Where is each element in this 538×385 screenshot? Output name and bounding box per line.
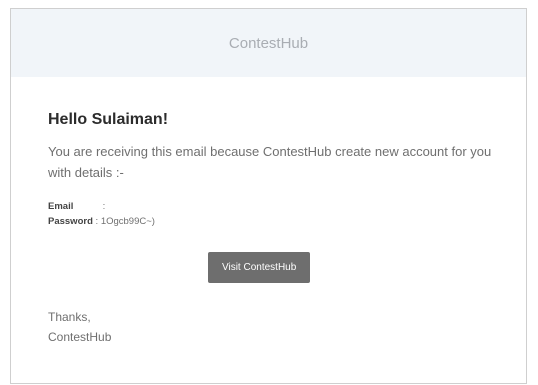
email-header: ContestHub (11, 9, 526, 77)
password-value: 1Ogcb99C~) (100, 216, 155, 227)
visit-contesthub-button[interactable]: Visit ContestHub (208, 252, 311, 283)
button-wrap: Visit ContestHub (48, 252, 526, 283)
account-details: Email : Password : 1Ogcb99C~) (48, 199, 526, 229)
email-separator: : (102, 201, 106, 212)
email-row: Email : (48, 199, 526, 214)
password-separator: : (95, 216, 99, 227)
signature: ContestHub (48, 330, 112, 344)
intro-text: You are receiving this email because Con… (48, 144, 492, 180)
password-label: Password (48, 216, 93, 227)
greeting: Hello Sulaiman! (48, 111, 169, 128)
brand-name: ContestHub (228, 34, 309, 52)
email-body: Hello Sulaiman! You are receiving this e… (11, 77, 526, 347)
password-row: Password : 1Ogcb99C~) (48, 214, 526, 229)
email-container: ContestHub Hello Sulaiman! You are recei… (10, 8, 527, 384)
email-label: Email (48, 201, 74, 212)
closing-text: Thanks, (48, 310, 91, 324)
signoff: Thanks, ContestHub (48, 307, 526, 347)
